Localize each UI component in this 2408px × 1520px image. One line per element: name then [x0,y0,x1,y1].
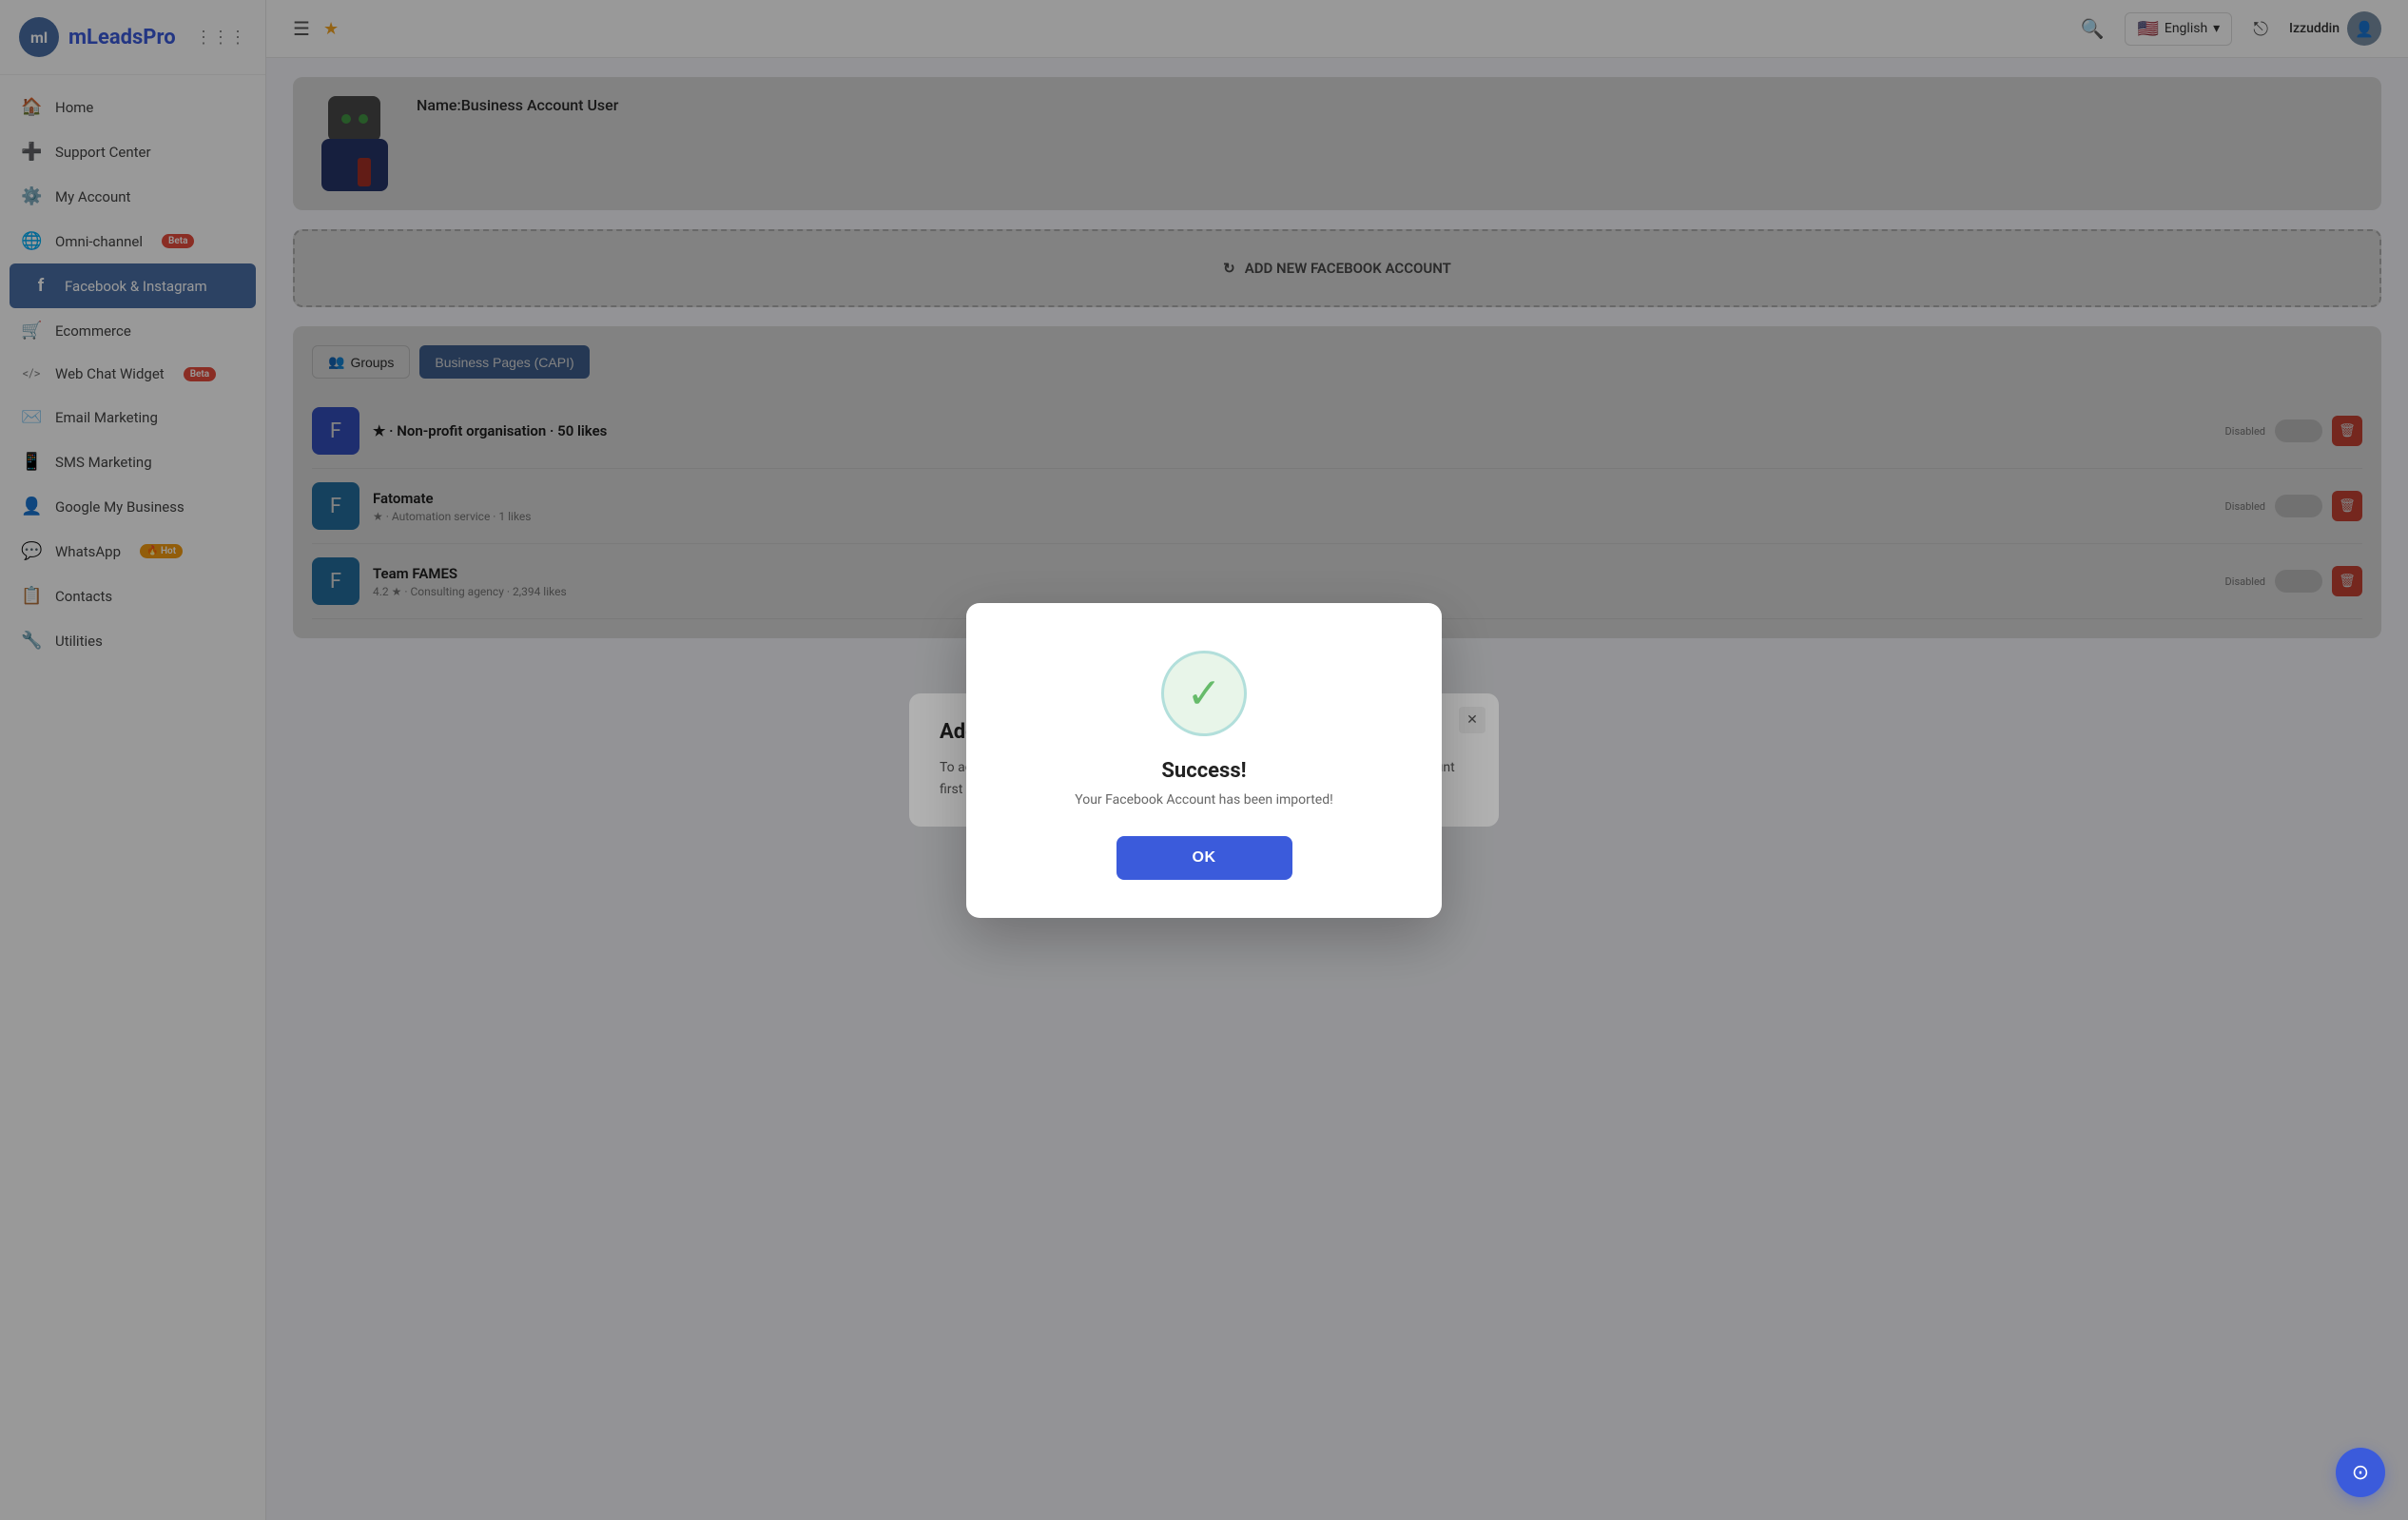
main-area: ☰ ★ 🔍 🇺🇸 English ▾ ⎋ Izzuddin 👤 [266,0,2408,1520]
modal-close-button[interactable]: ✕ [1459,707,1486,733]
success-message: Your Facebook Account has been imported! [1075,792,1333,808]
success-icon-circle: ✓ [1161,651,1247,736]
ok-button[interactable]: OK [1117,836,1292,880]
support-fab-icon: ⊙ [2352,1461,2369,1485]
success-modal: ✓ Success! Your Facebook Account has bee… [966,603,1442,918]
success-title: Success! [1161,759,1246,783]
support-fab[interactable]: ⊙ [2336,1448,2385,1497]
modal-overlay: Add A New Facebook Page To add a new Fac… [266,0,2408,1520]
checkmark-icon: ✓ [1187,672,1222,714]
